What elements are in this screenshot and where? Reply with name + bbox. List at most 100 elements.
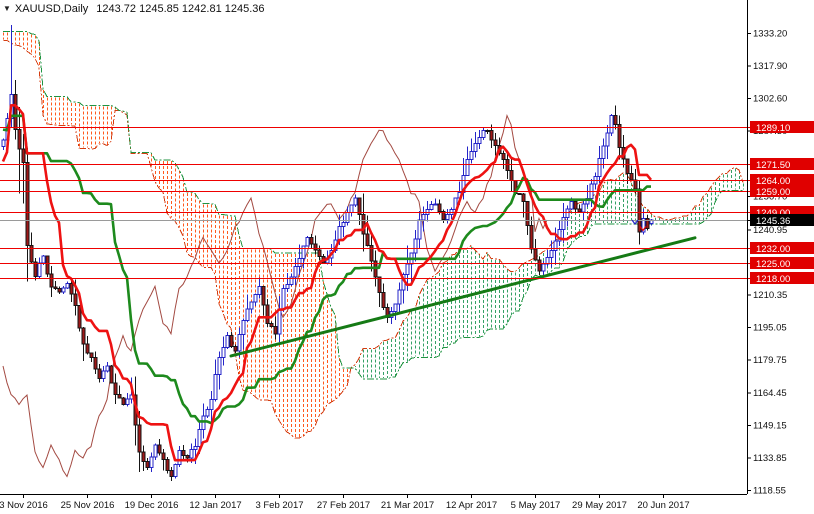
chart-title: ▼XAUUSD,Daily1243.72 1245.85 1242.81 124…	[3, 3, 265, 17]
bull-candle	[194, 447, 197, 450]
bear-candle	[358, 198, 361, 214]
bear-candle	[14, 95, 17, 130]
bear-candle	[138, 425, 141, 452]
bull-candle	[478, 137, 481, 143]
tenkan-sen-line	[3, 105, 651, 460]
bull-candle	[482, 130, 485, 137]
bull-candle	[554, 241, 557, 250]
bull-candle	[350, 205, 353, 213]
level-price-label: 1218.00	[756, 274, 790, 285]
bear-candle	[530, 225, 533, 248]
bear-candle	[118, 395, 121, 399]
bull-candle	[198, 430, 201, 447]
bear-candle	[310, 237, 313, 244]
bear-candle	[262, 286, 265, 305]
bull-candle	[202, 416, 205, 430]
bear-candle	[166, 459, 169, 470]
bull-candle	[398, 290, 401, 304]
price-scale-label: 1149.15	[753, 420, 787, 431]
bear-candle	[638, 189, 641, 232]
bull-candle	[210, 400, 213, 410]
time-scale-label: 20 Jun 2017	[637, 500, 689, 511]
level-price-label: 1289.10	[756, 123, 790, 134]
bear-candle	[146, 461, 149, 467]
bear-candle	[614, 116, 617, 125]
bull-candle	[154, 445, 157, 457]
bear-candle	[18, 129, 21, 149]
bull-candle	[542, 264, 545, 271]
price-scale-label: 1302.60	[753, 94, 787, 105]
bull-candle	[598, 159, 601, 177]
bear-candle	[378, 277, 381, 293]
bear-candle	[510, 171, 513, 181]
bull-candle	[126, 399, 129, 405]
bull-candle	[178, 450, 181, 464]
bull-candle	[218, 357, 221, 374]
price-scale-label: 1118.55	[753, 486, 786, 497]
bull-candle	[434, 204, 437, 205]
time-scale-label: 12 Apr 2017	[446, 500, 497, 511]
time-scale-label: 27 Feb 2017	[317, 500, 370, 511]
price-scale-label: 1133.85	[753, 453, 787, 464]
axes	[0, 0, 748, 495]
price-scale-label: 1179.75	[753, 355, 787, 366]
bear-candle	[274, 327, 277, 334]
bear-candle	[630, 174, 633, 180]
bull-candle	[342, 222, 345, 226]
level-price-label: 1225.00	[756, 259, 790, 270]
bear-candle	[170, 470, 173, 476]
bull-candle	[562, 218, 565, 230]
bear-candle	[518, 194, 521, 195]
bull-candle	[302, 246, 305, 259]
time-scale-label: 3 Feb 2017	[255, 500, 303, 511]
candles	[2, 25, 653, 481]
bull-candle	[470, 152, 473, 160]
bull-candle	[150, 457, 153, 468]
bear-candle	[46, 256, 49, 274]
bear-candle	[574, 202, 577, 209]
price-scale-label: 1210.35	[753, 290, 787, 301]
bear-candle	[182, 450, 185, 455]
bear-candle	[522, 194, 525, 201]
bull-candle	[606, 133, 609, 146]
bull-candle	[286, 284, 289, 288]
bear-candle	[270, 323, 273, 326]
bull-candle	[602, 146, 605, 159]
bull-candle	[254, 295, 257, 302]
plot-area[interactable]	[2, 25, 744, 481]
chart-window: ▼XAUUSD,Daily1243.72 1245.85 1242.81 124…	[0, 0, 814, 514]
bear-candle	[502, 153, 505, 159]
bear-candle	[82, 328, 85, 344]
bull-candle	[174, 465, 177, 477]
bear-candle	[114, 383, 117, 395]
price-scale-label: 1195.05	[753, 323, 787, 334]
time-scale-label: 5 May 2017	[511, 500, 561, 511]
bull-candle	[290, 277, 293, 285]
bear-candle	[186, 455, 189, 458]
bear-candle	[370, 245, 373, 260]
bear-candle	[490, 131, 493, 140]
bull-candle	[394, 304, 397, 311]
bear-candle	[538, 260, 541, 271]
bull-candle	[354, 198, 357, 205]
level-price-label: 1271.50	[756, 160, 790, 171]
bid-price-label: 1245.36	[747, 214, 814, 227]
bull-candle	[42, 256, 45, 263]
price-scale-label: 1333.20	[753, 29, 787, 40]
bull-candle	[422, 215, 425, 220]
bull-candle	[306, 237, 309, 246]
bull-candle	[106, 366, 109, 371]
bid-price-value: 1245.36	[756, 216, 790, 227]
bull-candle	[406, 264, 409, 275]
bear-candle	[438, 204, 441, 211]
bull-candle	[610, 116, 613, 134]
bear-candle	[366, 234, 369, 246]
price-scale-label: 1317.90	[753, 61, 787, 72]
bull-candle	[466, 160, 469, 176]
bear-candle	[382, 293, 385, 308]
bull-candle	[570, 202, 573, 209]
bull-candle	[414, 239, 417, 253]
time-scale-label: 25 Nov 2016	[61, 500, 115, 511]
bear-candle	[78, 306, 81, 329]
price-chart[interactable]: 1333.201317.901302.601287.301256.701240.…	[0, 0, 814, 514]
